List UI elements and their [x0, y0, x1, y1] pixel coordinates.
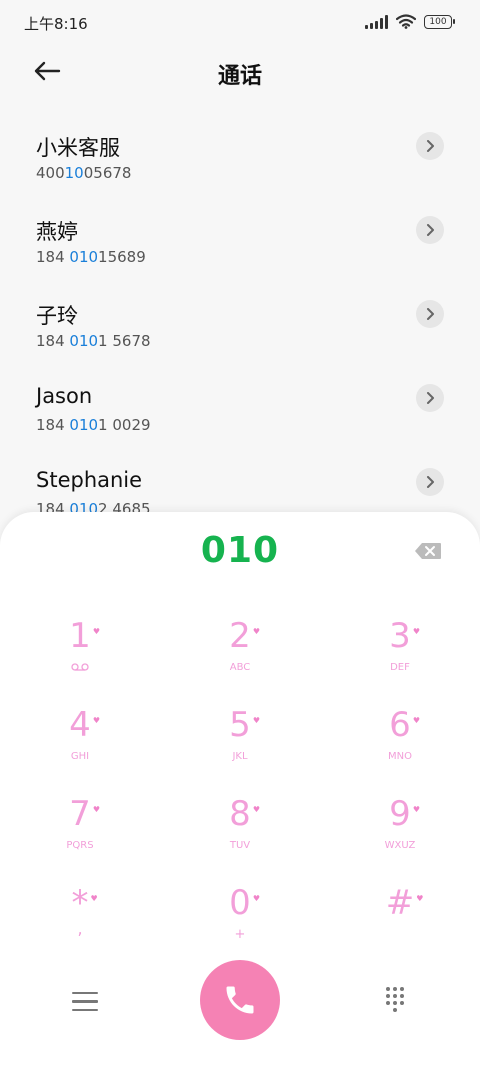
contact-detail-button[interactable]	[416, 468, 444, 496]
key-4[interactable]: 4 ♥ GHI	[0, 697, 160, 783]
wifi-icon	[396, 14, 416, 29]
key-1[interactable]: 1 ♥	[0, 608, 160, 694]
battery-level: 100	[429, 16, 447, 27]
contact-row[interactable]: Jason 184 0101 0029	[0, 372, 480, 456]
phone-icon	[226, 986, 254, 1014]
contact-row[interactable]: 小米客服 4001005678	[0, 120, 480, 204]
contact-name: Stephanie	[36, 468, 143, 492]
contact-detail-button[interactable]	[416, 384, 444, 412]
contact-detail-button[interactable]	[416, 132, 444, 160]
key-6[interactable]: 6 ♥ MNO	[320, 697, 480, 783]
key-7[interactable]: 7 ♥ PQRS	[0, 786, 160, 872]
contact-name: 小米客服	[36, 136, 120, 160]
contact-detail-button[interactable]	[416, 300, 444, 328]
contact-number: 4001005678	[36, 164, 132, 182]
dialed-number: 010	[200, 530, 280, 571]
key-9[interactable]: 9 ♥ WXUZ	[320, 786, 480, 872]
status-time: 上午8:16	[24, 15, 88, 33]
contact-detail-button[interactable]	[416, 216, 444, 244]
chevron-right-icon	[427, 140, 434, 152]
key-star[interactable]: * ♥ ,	[0, 875, 160, 961]
key-0[interactable]: 0 ♥ +	[160, 875, 320, 961]
chevron-right-icon	[427, 392, 434, 404]
contact-list[interactable]: 小米客服 4001005678 燕婷 184 01015689 子玲 184 0…	[0, 120, 480, 540]
call-button[interactable]	[200, 960, 280, 1040]
contact-number: 184 0101 5678	[36, 332, 151, 350]
signal-icon	[365, 14, 388, 29]
voicemail-icon	[0, 662, 160, 676]
battery-icon: 100	[424, 14, 455, 29]
contact-name: 子玲	[36, 304, 78, 328]
key-hash[interactable]: # ♥	[320, 875, 480, 961]
page-title: 通话	[217, 64, 262, 89]
key-8[interactable]: 8 ♥ TUV	[160, 786, 320, 872]
key-5[interactable]: 5 ♥ JKL	[160, 697, 320, 783]
dial-pad: 010 1 ♥ 2 ♥ ABC 3 ♥ DEF 4 ♥ GHI 5 ♥ JKL 6 ♥ MN…	[0, 512, 480, 1066]
header: 通话	[0, 46, 480, 100]
backspace-icon[interactable]	[414, 542, 442, 560]
chevron-right-icon	[427, 224, 434, 236]
contact-row[interactable]: 燕婷 184 01015689	[0, 204, 480, 288]
key-2[interactable]: 2 ♥ ABC	[160, 608, 320, 694]
status-icons: 100	[365, 14, 455, 29]
contact-number: 184 0101 0029	[36, 416, 151, 434]
key-3[interactable]: 3 ♥ DEF	[320, 608, 480, 694]
status-bar: 上午8:16 100	[0, 0, 480, 46]
chevron-right-icon	[427, 308, 434, 320]
contact-name: Jason	[36, 384, 93, 408]
chevron-right-icon	[427, 476, 434, 488]
menu-icon[interactable]	[72, 992, 98, 1014]
contact-number: 184 01015689	[36, 248, 146, 266]
dialpad-icon[interactable]	[384, 986, 406, 1012]
contact-name: 燕婷	[36, 220, 78, 244]
contact-row[interactable]: 子玲 184 0101 5678	[0, 288, 480, 372]
